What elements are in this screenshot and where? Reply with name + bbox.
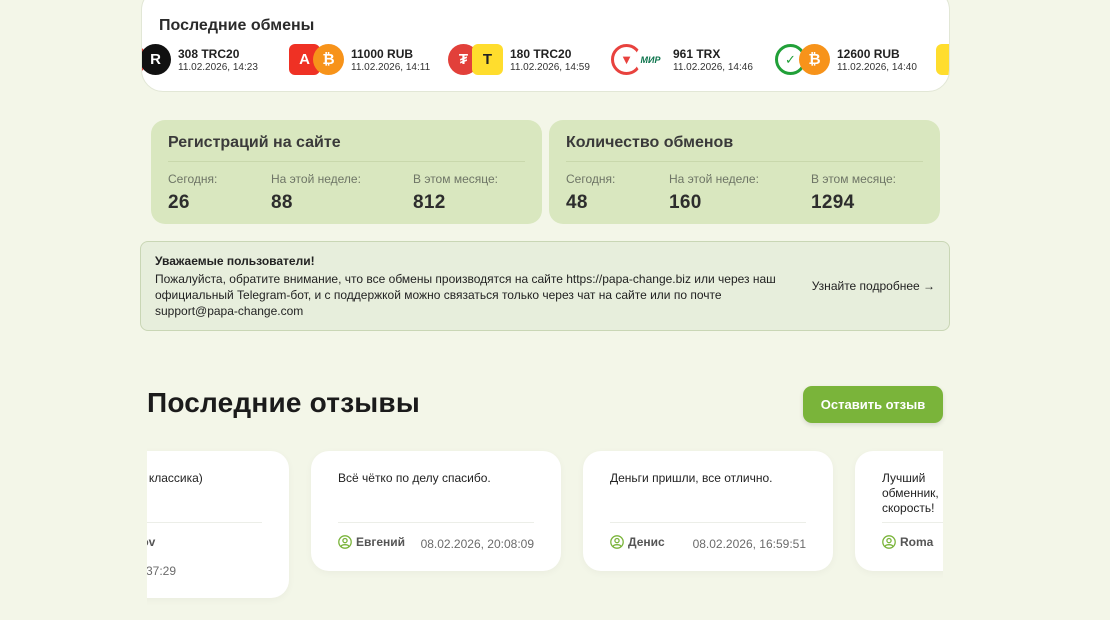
registrations-title: Регистраций на сайте — [168, 134, 341, 151]
stat-today: Сегодня: 48 — [566, 172, 615, 214]
exchange-time: 11.02.2026, 14:59 — [510, 61, 590, 73]
tbank-icon: T — [472, 44, 503, 75]
review-author: nov — [147, 535, 155, 549]
exchanges-ticker: ₮ R 308 TRC20 11.02.2026, 14:23 А ₿ 1100… — [142, 42, 949, 78]
exchange-amount: 11000 RUB — [351, 46, 414, 61]
review-card: Деньги пришли, все отлично. Денис 08.02.… — [583, 451, 833, 571]
stat-month: В этом месяце: 1294 — [811, 172, 896, 214]
exchange-amount: 12600 RUB — [837, 46, 900, 61]
raiffeisen-icon: R — [142, 44, 171, 75]
exchange-time: 11.02.2026, 14:11 — [351, 61, 431, 73]
exchange-amount: 308 TRC20 — [178, 46, 240, 61]
stat-label: На этой неделе: — [271, 172, 361, 186]
divider — [168, 161, 525, 162]
reviews-carousel[interactable]: я классика) nov 37:29 Всё чётко по делу … — [147, 440, 943, 620]
stat-label: На этой неделе: — [669, 172, 759, 186]
notice-text: Пожалуйста, обратите внимание, что все о… — [155, 272, 776, 318]
stat-label: Сегодня: — [566, 172, 616, 186]
bitcoin-icon: ₿ — [799, 44, 830, 75]
exchange-item: ₮ T 180 TRC20 11.02.2026, 14:59 — [448, 42, 590, 78]
exchange-time: 11.02.2026, 14:23 — [178, 61, 258, 73]
exchanges-count-card: Количество обменов Сегодня: 48 На этой н… — [549, 120, 940, 224]
learn-more-link[interactable]: Узнайте подробнее → — [812, 279, 935, 293]
last-exchanges-panel: Последние обмены ₮ R 308 TRC20 11.02.202… — [141, 0, 950, 92]
stat-value: 88 — [271, 192, 293, 213]
divider — [610, 522, 806, 523]
divider — [147, 522, 262, 523]
exchange-item: ✓ ₿ 12600 RUB 11.02.2026, 14:40 — [775, 42, 917, 78]
review-text: Лучший обменник, скорость! — [882, 471, 939, 515]
review-date: 08.02.2026, 20:08:09 — [420, 537, 534, 551]
stat-month: В этом месяце: 812 — [413, 172, 498, 214]
stat-value: 1294 — [811, 192, 855, 213]
user-icon — [610, 535, 624, 549]
reviews-title: Последние отзывы — [147, 387, 420, 418]
review-author: Roma — [882, 535, 933, 549]
exchange-time: 11.02.2026, 14:46 — [673, 61, 753, 73]
review-text: Всё чётко по делу спасибо. — [338, 471, 491, 485]
stat-label: В этом месяце: — [811, 172, 896, 186]
stat-today: Сегодня: 26 — [168, 172, 217, 214]
stat-value: 48 — [566, 192, 588, 213]
review-card: Лучший обменник, скорость! Roma — [855, 451, 943, 571]
review-author-name: Roma — [900, 535, 934, 549]
user-icon — [338, 535, 352, 549]
exchange-item: А ₿ 11000 RUB 11.02.2026, 14:11 — [289, 42, 430, 78]
notice-title: Уважаемые пользователи! — [155, 254, 315, 268]
review-card: я классика) nov 37:29 — [147, 451, 289, 598]
exchange-item: ₮ R 308 TRC20 11.02.2026, 14:23 — [142, 42, 258, 78]
stat-week: На этой неделе: 160 — [669, 172, 759, 214]
exchange-item: ▼ МИР 961 TRX 11.02.2026, 14:46 — [611, 42, 753, 78]
last-exchanges-title: Последние обмены — [159, 17, 315, 34]
stat-week: На этой неделе: 88 — [271, 172, 361, 214]
stat-label: Сегодня: — [168, 172, 218, 186]
stat-value: 26 — [168, 192, 190, 213]
review-author: Денис — [610, 535, 665, 549]
stat-label: В этом месяце: — [413, 172, 498, 186]
exchange-amount: 180 TRC20 — [510, 46, 572, 61]
user-icon — [882, 535, 896, 549]
review-author-name: Денис — [628, 535, 665, 549]
review-author-name: Евгений — [356, 535, 406, 549]
review-author: Евгений — [338, 535, 405, 549]
divider — [566, 161, 923, 162]
review-date: 37:29 — [147, 564, 177, 578]
exchange-time: 11.02.2026, 14:40 — [837, 61, 917, 73]
stat-value: 812 — [413, 192, 446, 213]
review-text: Деньги пришли, все отлично. — [610, 471, 773, 485]
review-card: Всё чётко по делу спасибо. Евгений 08.02… — [311, 451, 561, 571]
mir-icon: МИР — [635, 44, 666, 75]
divider — [338, 522, 534, 523]
notice-banner: Уважаемые пользователи! Пожалуйста, обра… — [140, 241, 950, 331]
tbank-icon — [936, 44, 949, 75]
leave-review-button[interactable]: Оставить отзыв — [803, 386, 943, 423]
review-date: 08.02.2026, 16:59:51 — [692, 537, 806, 551]
bitcoin-icon: ₿ — [313, 44, 344, 75]
exchange-item-partial — [936, 42, 949, 78]
registrations-card: Регистраций на сайте Сегодня: 26 На этой… — [151, 120, 542, 224]
divider — [882, 522, 943, 523]
exchanges-count-title: Количество обменов — [566, 134, 734, 151]
stat-value: 160 — [669, 192, 702, 213]
review-author-name: nov — [147, 535, 156, 549]
exchange-amount: 961 TRX — [673, 46, 721, 61]
